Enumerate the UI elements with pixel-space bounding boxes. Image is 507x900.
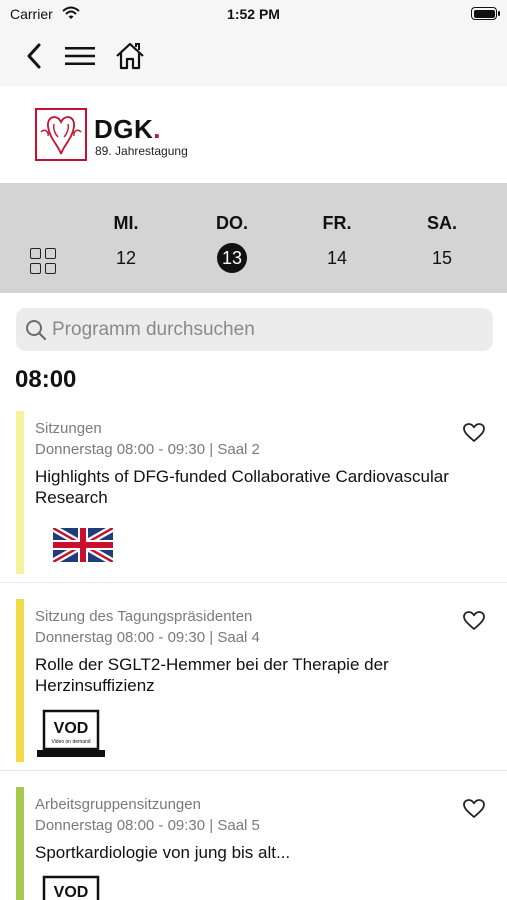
session-title: Rolle der SGLT2-Hemmer bei der Therapie … xyxy=(35,655,389,695)
uk-flag-icon xyxy=(53,528,113,562)
day-tab-sat[interactable]: SA. 15 xyxy=(407,213,477,273)
day-number-selected: 13 xyxy=(217,243,247,273)
logo-subtitle: 89. Jahrestagung xyxy=(95,144,188,158)
vod-icon: VOD xyxy=(42,875,100,900)
nav-bar xyxy=(0,28,507,86)
day-tab-thu[interactable]: DO. 13 xyxy=(197,213,267,273)
session-card[interactable]: Sitzung des Tagungspräsidenten Donnersta… xyxy=(0,599,507,771)
chevron-left-icon xyxy=(27,43,41,69)
day-tab-fri[interactable]: FR. 14 xyxy=(302,213,372,273)
day-name: SA. xyxy=(426,213,457,233)
grid-icon xyxy=(30,248,41,259)
day-selector: MI. 12 DO. 13 FR. 14 SA. 15 xyxy=(0,183,507,293)
search-icon xyxy=(26,320,47,341)
home-icon xyxy=(116,42,144,70)
session-meta: Donnerstag 08:00 - 09:30 | Saal 5 xyxy=(35,817,260,834)
search-input[interactable] xyxy=(52,308,482,351)
dgk-logo-icon xyxy=(35,108,87,161)
hamburger-menu-icon xyxy=(65,47,95,65)
session-category: Arbeitsgruppensitzungen xyxy=(35,796,201,813)
category-color-bar xyxy=(16,411,24,574)
session-card[interactable]: Arbeitsgruppensitzungen Donnerstag 08:00… xyxy=(0,787,507,900)
vod-sublabel: Video on demand xyxy=(51,739,90,745)
day-tab-wed[interactable]: MI. 12 xyxy=(91,213,161,273)
heart-icon[interactable] xyxy=(463,799,485,819)
heart-icon[interactable] xyxy=(463,423,485,443)
status-bar: Carrier 1:52 PM xyxy=(0,0,507,28)
grid-view-button[interactable] xyxy=(30,248,58,276)
status-time: 1:52 PM xyxy=(227,6,280,22)
session-title: Sportkardiologie von jung bis alt... xyxy=(35,843,291,862)
home-button[interactable] xyxy=(110,38,150,74)
back-button[interactable] xyxy=(14,38,54,74)
time-slot-header: 08:00 xyxy=(15,366,77,393)
session-category: Sitzung des Tagungspräsidenten xyxy=(35,608,253,625)
session-meta: Donnerstag 08:00 - 09:30 | Saal 4 xyxy=(35,629,260,646)
session-category: Sitzungen xyxy=(35,420,102,437)
day-number: 12 xyxy=(115,248,137,268)
session-meta: Donnerstag 08:00 - 09:30 | Saal 2 xyxy=(35,441,260,458)
logo-header: DGK. 89. Jahrestagung xyxy=(0,86,507,183)
search-bar xyxy=(16,308,493,351)
vod-label: VOD xyxy=(54,884,89,900)
session-title: Highlights of DFG-funded Collaborative C… xyxy=(35,467,449,507)
vod-label: VOD xyxy=(54,720,89,737)
session-card[interactable]: Sitzungen Donnerstag 08:00 - 09:30 | Saa… xyxy=(0,411,507,583)
category-color-bar xyxy=(16,599,24,762)
day-number: 15 xyxy=(431,248,453,268)
day-number: 14 xyxy=(326,248,348,268)
category-color-bar xyxy=(16,787,24,900)
battery-icon xyxy=(471,7,500,20)
heart-icon[interactable] xyxy=(463,611,485,631)
menu-button[interactable] xyxy=(60,38,100,74)
logo-title: DGK. xyxy=(94,114,162,144)
vod-icon: VOD Video on demand xyxy=(37,709,105,757)
day-name: FR. xyxy=(322,213,352,233)
day-name: MI. xyxy=(113,213,139,233)
day-name: DO. xyxy=(215,213,248,233)
